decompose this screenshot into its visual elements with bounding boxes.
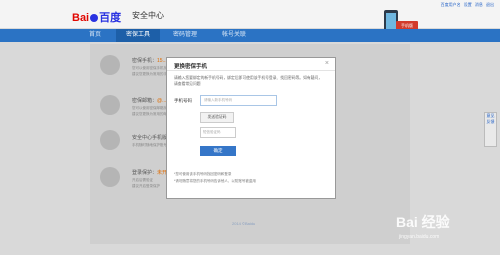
watermark-brand: Bai 经验 (396, 214, 450, 230)
main-nav: 首页 密保工具 密码管理 帐号关联 (0, 29, 500, 42)
logout-link[interactable]: 退出 (486, 2, 494, 7)
item-subtitle: 建议您更换为常用的手机 (132, 72, 171, 76)
top-links: 百度用户名 设置 消息 退出 (439, 2, 494, 8)
phone-input[interactable]: 请输入新手机号码 (200, 95, 277, 106)
tab-password-management[interactable]: 密码管理 (163, 29, 207, 42)
header: Bai 百度 安全中心 百度用户名 设置 消息 退出 (0, 0, 500, 28)
tab-home[interactable]: 首页 (76, 29, 114, 42)
tab-security-tools[interactable]: 密保工具 (116, 29, 160, 42)
page-title: 安全中心 (132, 11, 164, 20)
phone-icon (100, 55, 120, 75)
baidu-logo[interactable]: Bai 百度 (72, 9, 122, 24)
shield-plus-icon (100, 167, 120, 187)
phone-screen (386, 13, 396, 30)
mail-icon (100, 95, 120, 115)
dialog-description: 请输入您要绑定的新手机号码，绑定后即可使用该手机号登录、找回密码等。如有疑问，请… (174, 76, 323, 86)
change-phone-dialog: 更换密保手机 × 请输入您要绑定的新手机号码，绑定后即可使用该手机号登录、找回密… (166, 57, 336, 199)
item-title: 安全中心手机版 (132, 135, 168, 141)
item-title: 密保手机：15... (132, 58, 167, 64)
shield-icon (100, 130, 120, 150)
dialog-note: *请勿随意将您的手机号码告诉他人，以防账号被盗用 (174, 179, 256, 183)
settings-link[interactable]: 设置 (464, 2, 472, 7)
send-code-button[interactable]: 发送验证码 (200, 112, 234, 123)
item-title: 密保邮箱：@... (132, 98, 167, 104)
paw-icon (90, 14, 99, 22)
user-link[interactable]: 百度用户名 (441, 2, 461, 7)
watermark-url: jingyan.baidu.com (399, 234, 440, 240)
footer-copyright: 2014 ©Baidu (232, 221, 256, 226)
confirm-button[interactable]: 确定 (200, 146, 236, 156)
verification-code-input[interactable]: 短信验证码 (200, 127, 236, 138)
item-subtitle: 开启后需验证 (132, 178, 153, 182)
dialog-note: *您可使用该手机号码找回密码和登录 (174, 172, 232, 176)
item-subtitle: 建议开启登录保护 (132, 184, 160, 188)
divider (167, 70, 335, 71)
item-subtitle: 建议您更换为常用的邮箱 (132, 112, 171, 116)
feedback-tab[interactable]: 意见反馈 (484, 112, 497, 147)
logo-text-right: 百度 (99, 12, 122, 24)
item-subtitle: 手机随时随地保护账号 (132, 143, 167, 147)
dialog-title: 更换密保手机 (174, 64, 208, 70)
phone-label: 手机号码 (174, 98, 192, 103)
tab-account-link[interactable]: 帐号关联 (212, 29, 256, 42)
messages-link[interactable]: 消息 (475, 2, 483, 7)
close-icon[interactable]: × (325, 60, 329, 67)
logo-text-left: Bai (72, 12, 90, 24)
